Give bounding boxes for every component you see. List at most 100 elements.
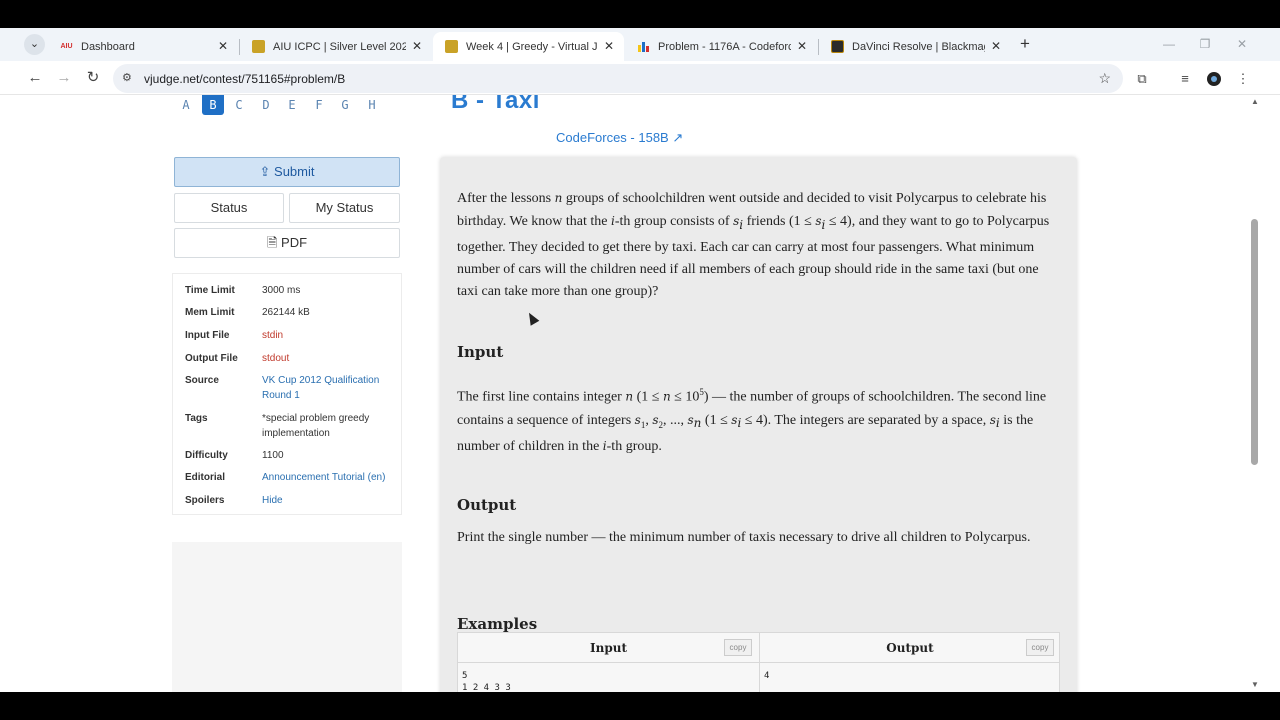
problem-info-card: Time Limit 3000 ms Mem Limit 262144 kB I…: [172, 273, 402, 515]
source-link[interactable]: VK Cup 2012 Qualification Round 1: [262, 373, 402, 403]
examples-input-header: Input copy: [458, 633, 759, 663]
output-spec-text: Print the single number — the minimum nu…: [457, 530, 1031, 545]
examples-table: Input copy Output copy 5 1 2 4 3 3 4: [457, 632, 1060, 692]
tab-title: Week 4 | Greedy - Virtual Judge: [466, 41, 598, 53]
input-header-label: Input: [590, 641, 627, 655]
copy-input-button[interactable]: copy: [724, 639, 752, 656]
problem-link-c[interactable]: C: [228, 98, 250, 112]
info-key: Editorial: [185, 472, 226, 483]
tab-title: Problem - 1176A - Codeforces: [658, 41, 791, 53]
info-key: Mem Limit: [185, 307, 235, 318]
info-key: Source: [185, 375, 219, 386]
submit-button[interactable]: ⇪ Submit: [174, 157, 400, 187]
problem-statement-panel: After the lessons n groups of schoolchil…: [440, 157, 1077, 692]
info-key: Spoilers: [185, 495, 225, 506]
extensions-puzzle-icon[interactable]: ⧉: [1134, 71, 1150, 87]
legend-text: After the lessons n groups of schoolchil…: [457, 191, 1050, 299]
problem-link-a[interactable]: A: [175, 98, 197, 112]
tab-dashboard[interactable]: AIU Dashboard ✕: [48, 32, 238, 61]
input-heading: Input: [457, 343, 504, 361]
tab-title: DaVinci Resolve | Blackmagic De: [852, 41, 985, 53]
vjudge-favicon-icon: [252, 40, 265, 53]
examples-heading: Examples: [457, 615, 538, 633]
profile-avatar-icon[interactable]: [1206, 71, 1222, 87]
minimize-icon[interactable]: —: [1161, 36, 1177, 52]
info-value: stdout: [262, 353, 290, 364]
browser-toolbar: ← → ↻ ⚙ vjudge.net/contest/751165#proble…: [0, 61, 1280, 95]
close-icon[interactable]: ✕: [410, 38, 424, 54]
forward-arrow-icon[interactable]: →: [55, 69, 73, 87]
kebab-menu-icon[interactable]: ⋮: [1235, 71, 1251, 87]
close-icon[interactable]: ✕: [989, 38, 1003, 54]
info-value: 1100: [262, 450, 284, 461]
pdf-label: PDF: [281, 235, 308, 250]
output-header-label: Output: [886, 641, 934, 655]
problem-source-link[interactable]: CodeForces - 158B ↗: [556, 130, 683, 146]
my-status-button[interactable]: My Status: [289, 193, 400, 223]
site-info-icon[interactable]: ⚙: [122, 72, 136, 85]
tab-strip: ⌄ AIU Dashboard ✕ AIU ICPC | Silver Leve…: [0, 28, 1280, 61]
copy-output-button[interactable]: copy: [1026, 639, 1054, 656]
tags-value: *special problem greedy implementation: [262, 413, 370, 439]
info-value: stdin: [262, 330, 284, 341]
tab-title: Dashboard: [81, 41, 135, 53]
external-link-icon: ↗: [672, 130, 684, 145]
reload-icon[interactable]: ↻: [84, 69, 102, 87]
aiu-favicon-icon: AIU: [60, 43, 73, 50]
column-divider: [759, 633, 760, 692]
file-pdf-icon: 🗎: [266, 235, 278, 250]
pdf-button[interactable]: 🗎 PDF: [174, 228, 400, 258]
tab-silver-level[interactable]: AIU ICPC | Silver Level 2026 - V ✕: [240, 32, 432, 61]
scrollbar-thumb[interactable]: [1251, 219, 1258, 465]
page-content: A B C D E F G H ⇪ Submit Status My Statu…: [0, 95, 1280, 692]
restore-icon[interactable]: ❐: [1197, 36, 1213, 52]
info-key: Difficulty: [185, 450, 228, 461]
scroll-up-icon[interactable]: ▲: [1250, 97, 1260, 107]
sidebar-blank-panel: [172, 542, 402, 692]
examples-output-header: Output copy: [760, 633, 1060, 663]
example-input-line: 5: [462, 671, 468, 681]
problem-title: B - Taxi: [451, 95, 540, 114]
window-close-icon[interactable]: ✕: [1234, 36, 1250, 52]
spoilers-hide-link[interactable]: Hide: [262, 493, 402, 508]
close-icon[interactable]: ✕: [602, 38, 616, 54]
problem-link-f[interactable]: F: [308, 98, 330, 112]
address-bar[interactable]: ⚙ vjudge.net/contest/751165#problem/B ☆: [113, 64, 1123, 93]
problem-link-h[interactable]: H: [361, 98, 383, 112]
tab-codeforces-1176a[interactable]: Problem - 1176A - Codeforces ✕: [625, 32, 817, 61]
problem-link-d[interactable]: D: [255, 98, 277, 112]
blackmagic-favicon-icon: [831, 40, 844, 53]
new-tab-plus-icon[interactable]: +: [1016, 35, 1034, 53]
source-link-text: CodeForces - 158B: [556, 130, 669, 145]
bookmark-star-icon[interactable]: ☆: [1098, 70, 1111, 87]
tab-title: AIU ICPC | Silver Level 2026 - V: [273, 41, 406, 53]
output-heading: Output: [457, 496, 517, 514]
info-key: Output File: [185, 353, 238, 364]
editorial-link[interactable]: Announcement Tutorial (en): [262, 470, 402, 485]
problem-nav: A B C D E F G H: [175, 95, 395, 116]
close-icon[interactable]: ✕: [795, 38, 809, 54]
status-button[interactable]: Status: [174, 193, 284, 223]
close-icon[interactable]: ✕: [216, 38, 230, 54]
back-arrow-icon[interactable]: ←: [26, 69, 44, 87]
info-key: Tags: [185, 413, 208, 424]
codeforces-favicon-icon: [637, 40, 650, 53]
info-value: 262144 kB: [262, 307, 310, 318]
scrollbar[interactable]: ▲ ▼: [1248, 95, 1262, 692]
example-input-block: 5 1 2 4 3 3: [462, 670, 511, 692]
input-spec-text: The first line contains integer n (1 ≤ n…: [457, 387, 1047, 455]
info-key: Time Limit: [185, 285, 235, 296]
media-controls-icon[interactable]: ≡: [1177, 71, 1193, 87]
upload-icon: ⇪: [259, 164, 271, 179]
tab-search-button[interactable]: ⌄: [24, 34, 45, 55]
example-output-block: 4: [764, 671, 770, 681]
vjudge-favicon-icon: [445, 40, 458, 53]
problem-link-b[interactable]: B: [202, 95, 224, 115]
problem-link-e[interactable]: E: [281, 98, 303, 112]
tab-davinci-resolve[interactable]: DaVinci Resolve | Blackmagic De ✕: [819, 32, 1011, 61]
tab-week4-greedy[interactable]: Week 4 | Greedy - Virtual Judge ✕: [433, 32, 624, 61]
scroll-down-icon[interactable]: ▼: [1250, 680, 1260, 690]
url-text[interactable]: vjudge.net/contest/751165#problem/B: [144, 72, 345, 86]
problem-link-g[interactable]: G: [334, 98, 356, 112]
example-input-line: 1 2 4 3 3: [462, 683, 511, 692]
